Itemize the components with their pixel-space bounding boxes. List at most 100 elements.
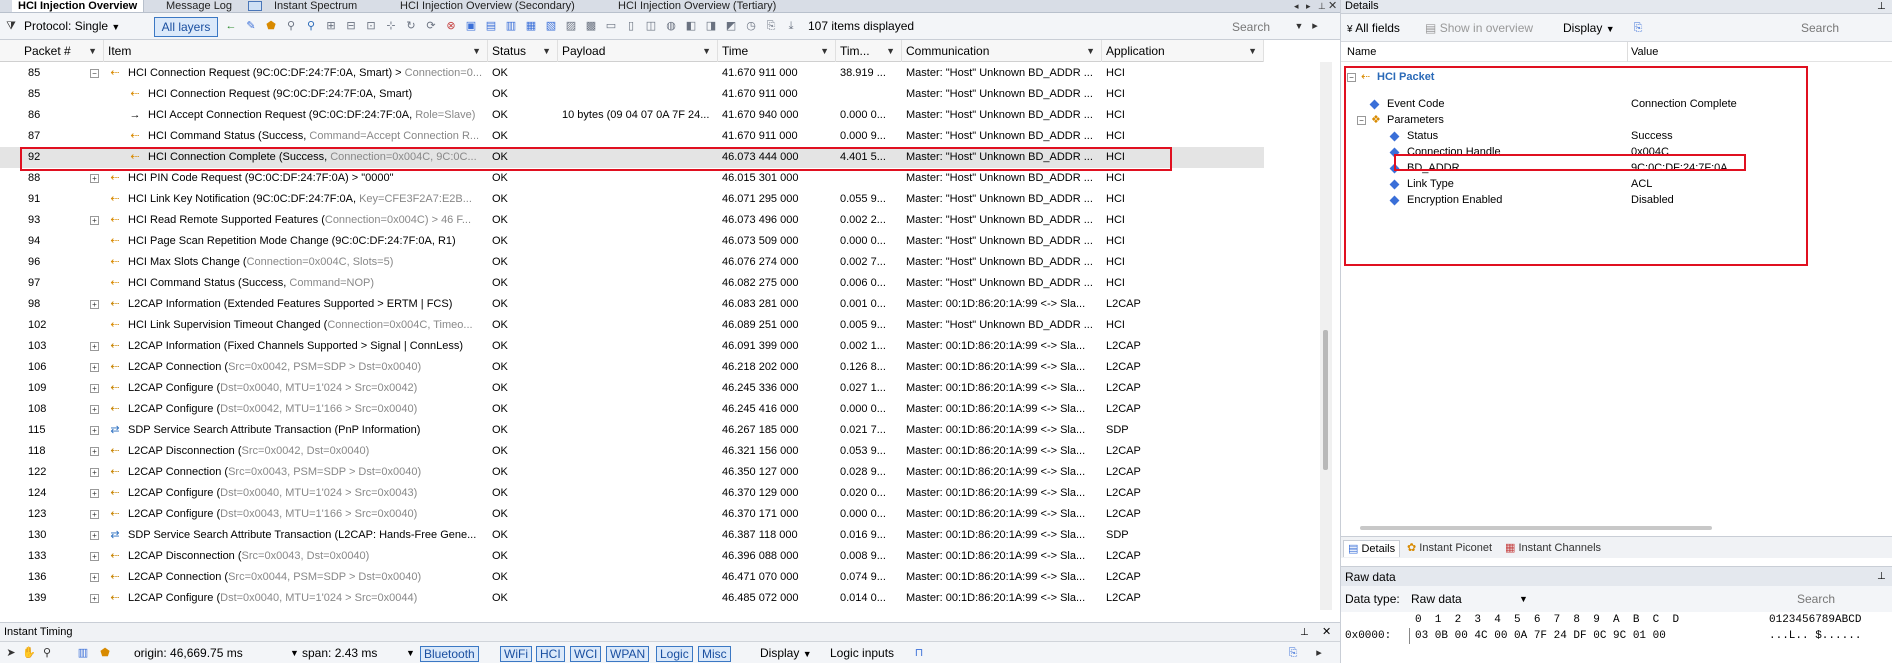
tab-instant-channels[interactable]: ▦ Instant Channels bbox=[1501, 540, 1605, 557]
tool-icon-4[interactable]: ⟳ bbox=[424, 19, 438, 33]
col-header-packet[interactable]: Packet # ▼ bbox=[20, 40, 104, 62]
table-row[interactable]: 136 + ⇠ L2CAP Connection (Src=0x0044, PSM=S… bbox=[0, 567, 1264, 588]
tag-bluetooth[interactable]: Bluetooth bbox=[420, 646, 479, 662]
raw-pin-icon[interactable]: ⊥ bbox=[1877, 567, 1886, 587]
tool-icon-17[interactable]: ◨ bbox=[704, 19, 718, 33]
details-col-name[interactable]: Name bbox=[1347, 42, 1376, 62]
tab-hci-injection-overview[interactable]: HCI Injection Overview bbox=[12, 0, 145, 12]
expand-icon[interactable]: + bbox=[90, 384, 99, 393]
timing-close-icon[interactable]: ✕ bbox=[1322, 623, 1331, 642]
timing-pin-icon[interactable]: ⊥ bbox=[1300, 623, 1309, 642]
tag-wifi[interactable]: WiFi bbox=[500, 646, 532, 662]
timing-display-menu[interactable]: Display ▼ bbox=[760, 646, 812, 661]
table-row[interactable]: 102 ⇠ HCI Link Supervision Timeout Changed… bbox=[0, 315, 1264, 336]
collapse-icon[interactable]: − bbox=[1347, 73, 1356, 82]
details-display-menu[interactable]: Display ▼ bbox=[1563, 21, 1615, 36]
copy-icon[interactable]: ⎘ bbox=[764, 19, 778, 33]
col-header-payload[interactable]: Payload ▼ bbox=[558, 40, 718, 62]
expand-icon[interactable]: + bbox=[90, 363, 99, 372]
tag-misc[interactable]: Misc bbox=[698, 646, 731, 662]
show-in-overview-button[interactable]: ▤ Show in overview bbox=[1425, 21, 1533, 35]
timing-span[interactable]: span: 2.43 ms bbox=[302, 646, 377, 660]
col-header-item[interactable]: Item ▼ bbox=[104, 40, 488, 62]
tool-icon-18[interactable]: ◩ bbox=[724, 19, 738, 33]
tool-icon-13[interactable]: ▭ bbox=[604, 19, 618, 33]
table-row[interactable]: 109 + ⇠ L2CAP Configure (Dst=0x0040, MTU=1'… bbox=[0, 378, 1264, 399]
tab-scroll-left-icon[interactable]: ◂ bbox=[1294, 0, 1299, 12]
table-row[interactable]: 91 ⇠ HCI Link Key Notification (9C:0C:DF:2… bbox=[0, 189, 1264, 210]
tool-icon-8[interactable]: ▥ bbox=[504, 19, 518, 33]
expand-icon[interactable]: + bbox=[90, 573, 99, 582]
expand-icon[interactable]: + bbox=[90, 447, 99, 456]
tool-icon-9[interactable]: ▦ bbox=[524, 19, 538, 33]
col-header-time[interactable]: Time ▼ bbox=[718, 40, 836, 62]
tool-icon-15[interactable]: ◫ bbox=[644, 19, 658, 33]
details-export-icon[interactable]: ⎘ bbox=[1631, 21, 1645, 35]
protocol-selector[interactable]: Protocol: Single ▼ bbox=[24, 19, 120, 34]
expand-icon[interactable]: + bbox=[90, 468, 99, 477]
expand-icon[interactable]: + bbox=[90, 216, 99, 225]
search-dropdown-icon[interactable]: ▼ bbox=[1292, 19, 1306, 33]
ascii-bytes[interactable]: ...L.. $...... bbox=[1769, 630, 1861, 642]
all-layers-button[interactable]: All layers bbox=[154, 17, 218, 37]
tag-hci[interactable]: HCI bbox=[536, 646, 565, 662]
expand-icon[interactable]: + bbox=[90, 552, 99, 561]
data-type-select[interactable]: Raw data ▼ bbox=[1411, 592, 1528, 606]
table-row[interactable]: 92 ⇠ HCI Connection Complete (Success, Con… bbox=[0, 147, 1264, 168]
tab-scroll-right-icon[interactable]: ▸ bbox=[1306, 0, 1311, 12]
table-row[interactable]: 115 + ⇄ SDP Service Search Attribute Transa… bbox=[0, 420, 1264, 441]
details-col-divider[interactable] bbox=[1627, 42, 1628, 62]
filter-icon[interactable]: ⧩ bbox=[4, 19, 18, 33]
expand-icon[interactable]: + bbox=[90, 531, 99, 540]
table-row[interactable]: 106 + ⇠ L2CAP Connection (Src=0x0042, PSM=S… bbox=[0, 357, 1264, 378]
tool-icon-10[interactable]: ▧ bbox=[544, 19, 558, 33]
tag-logic[interactable]: Logic bbox=[656, 646, 693, 662]
back-arrow-icon[interactable]: ← bbox=[224, 19, 238, 33]
timing-export-icon[interactable]: ⎘ bbox=[1286, 646, 1300, 660]
tab-instant-spectrum[interactable]: Instant Spectrum bbox=[268, 0, 363, 12]
details-horizontal-scrollbar[interactable] bbox=[1360, 526, 1712, 530]
table-row[interactable]: 123 + ⇠ L2CAP Configure (Dst=0x0043, MTU=1'… bbox=[0, 504, 1264, 525]
table-scroll-thumb[interactable] bbox=[1323, 330, 1328, 470]
table-row[interactable]: 118 + ⇠ L2CAP Disconnection (Src=0x0042, Ds… bbox=[0, 441, 1264, 462]
tool-icon-2[interactable]: ⊹ bbox=[384, 19, 398, 33]
table-row[interactable]: 87 ⇠ HCI Command Status (Success, Command=… bbox=[0, 126, 1264, 147]
table-row[interactable]: 86 → HCI Accept Connection Request (9C:0C:… bbox=[0, 105, 1264, 126]
table-row[interactable]: 88 + ⇠ HCI PIN Code Request (9C:0C:DF:24:7F… bbox=[0, 168, 1264, 189]
table-row[interactable]: 97 ⇠ HCI Command Status (Success, Command=… bbox=[0, 273, 1264, 294]
bookmark-icon[interactable]: ⬟ bbox=[264, 19, 278, 33]
table-row[interactable]: 85− ⇠ HCI Connection Request (9C:0C:DF:24:… bbox=[0, 63, 1264, 84]
tool-icon-14[interactable]: ▯ bbox=[624, 19, 638, 33]
col-header-delta[interactable]: Tim... ▼ bbox=[836, 40, 902, 62]
find-icon[interactable]: ⚲ bbox=[304, 19, 318, 33]
table-row[interactable]: 133 + ⇠ L2CAP Disconnection (Src=0x0043, Ds… bbox=[0, 546, 1264, 567]
expand-icon[interactable]: + bbox=[90, 405, 99, 414]
details-field-encryption-enabled[interactable]: Encryption Enabled Disabled bbox=[1387, 191, 1881, 210]
expand-icon[interactable]: + bbox=[90, 594, 99, 603]
logic-wave-icon[interactable]: ⊓ bbox=[912, 646, 926, 660]
hierarchy-icon[interactable]: ⊟ bbox=[344, 19, 358, 33]
expand-icon[interactable]: + bbox=[90, 300, 99, 309]
tool-icon-16[interactable]: ◧ bbox=[684, 19, 698, 33]
tab-hci-injection-tertiary[interactable]: HCI Injection Overview (Tertiary) bbox=[612, 0, 782, 12]
span-dropdown-icon[interactable]: ▼ bbox=[406, 646, 415, 660]
timing-more-icon[interactable]: ▸ bbox=[1312, 646, 1326, 660]
timeline-icon[interactable]: ▥ bbox=[76, 646, 90, 660]
expand-icon[interactable]: + bbox=[90, 489, 99, 498]
tool-icon-3[interactable]: ↻ bbox=[404, 19, 418, 33]
table-row[interactable]: 98 + ⇠ L2CAP Information (Extended Features… bbox=[0, 294, 1264, 315]
hand-icon[interactable]: ✋ bbox=[22, 646, 36, 660]
timing-origin[interactable]: origin: 46,669.75 ms bbox=[134, 646, 243, 660]
tool-icon-7[interactable]: ▤ bbox=[484, 19, 498, 33]
tag-wci[interactable]: WCI bbox=[570, 646, 602, 662]
expand-icon[interactable]: + bbox=[90, 342, 99, 351]
tab-pin-icon[interactable]: ⊥ bbox=[1318, 0, 1326, 12]
tab-instant-piconet[interactable]: ✿ Instant Piconet bbox=[1403, 540, 1496, 557]
tool-icon-11[interactable]: ▨ bbox=[564, 19, 578, 33]
table-row[interactable]: 103 + ⇠ L2CAP Information (Fixed Channels S… bbox=[0, 336, 1264, 357]
table-row[interactable]: 85 ⇠ HCI Connection Request (9C:0C:DF:24:7… bbox=[0, 84, 1264, 105]
collapse-icon[interactable]: − bbox=[90, 69, 99, 78]
expand-icon[interactable]: + bbox=[90, 426, 99, 435]
tag-wpan[interactable]: WPAN bbox=[606, 646, 650, 662]
table-row[interactable]: 96 ⇠ HCI Max Slots Change (Connection=0x00… bbox=[0, 252, 1264, 273]
